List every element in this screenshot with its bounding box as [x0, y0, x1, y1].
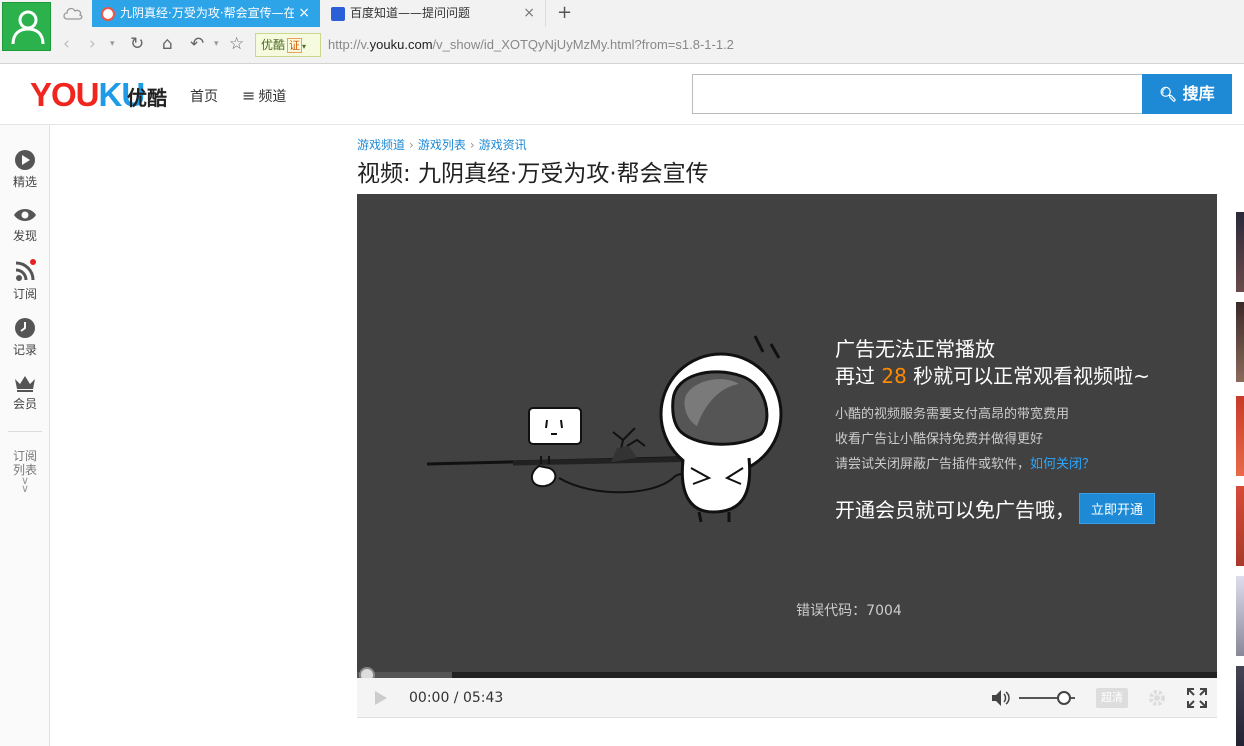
navigation-bar: ‹ › ▾ ↻ ⌂ ↶ ▾ ☆ 优酷证 ▾ http://v.youku.com/…: [56, 30, 1244, 60]
ad-info-line2: 收看广告让小酷保持免费并做得更好: [835, 432, 1044, 447]
double-chevron-down-icon: ∨ ∨: [20, 474, 30, 495]
tab-close-icon[interactable]: ×: [523, 0, 535, 27]
user-avatar-icon[interactable]: [2, 2, 51, 51]
badge-dropdown-icon: ▾: [302, 42, 307, 51]
sidebar-item-member[interactable]: 会员: [0, 373, 50, 412]
thumbnail[interactable]: [1236, 666, 1244, 746]
sidebar-item-subscribe[interactable]: 订阅: [0, 259, 50, 302]
badge-label: 优酷: [261, 38, 286, 52]
site-badge[interactable]: 优酷证 ▾: [255, 33, 321, 57]
how-to-disable-link[interactable]: 如何关闭？: [1030, 457, 1095, 472]
ad-blocked-notice: 广告无法正常播放 再过 28 秒就可以正常观看视频啦~ 小酷的视频服务需要支付高…: [835, 336, 1156, 524]
forward-icon[interactable]: ›: [89, 33, 96, 55]
unplugged-astronaut-illustration: [426, 335, 783, 523]
ad-info-line1: 小酷的视频服务需要支付高昂的带宽费用: [835, 407, 1070, 422]
tab-close-icon[interactable]: ×: [294, 0, 310, 27]
back-icon[interactable]: ‹: [63, 33, 70, 55]
membership-text: 开通会员就可以免广告哦，: [835, 498, 1075, 522]
play-circle-icon: [15, 150, 35, 170]
undo-icon[interactable]: ↶: [190, 33, 204, 55]
sidebar-item-label: 精选: [12, 175, 37, 189]
clock-icon: [15, 318, 35, 338]
home-icon[interactable]: ⌂: [162, 33, 173, 55]
sidebar-item-label: 发现: [12, 229, 37, 243]
quality-selector[interactable]: 超清: [1096, 688, 1128, 708]
cloud-sync-icon[interactable]: [62, 5, 84, 25]
crown-icon: [15, 376, 35, 392]
new-tab-button[interactable]: +: [557, 2, 572, 23]
player-controls: 00:00 / 05:43 超清: [357, 678, 1217, 718]
sidebar-item-discover[interactable]: 发现: [0, 205, 50, 244]
error-code: 错误代码：7004: [796, 603, 902, 619]
sidebar-item-featured[interactable]: 精选: [0, 149, 50, 190]
video-title: 视频: 九阴真经·万受为攻·帮会宣传: [357, 161, 709, 187]
youku-logo-cn: 优酷: [127, 86, 167, 110]
url-domain: youku.com: [369, 37, 433, 52]
site-header: YOUKU 优酷 首页 ≡ 频道 🔍︎ 搜库: [0, 64, 1244, 125]
rss-icon: [15, 259, 36, 281]
volume-handle[interactable]: [1056, 691, 1071, 705]
video-player[interactable]: 广告无法正常播放 再过 28 秒就可以正常观看视频啦~ 小酷的视频服务需要支付高…: [357, 194, 1217, 672]
tab-title: 百度知道——提问问题: [350, 6, 471, 20]
thumbnail[interactable]: [1236, 486, 1244, 566]
search-input[interactable]: [692, 74, 1144, 114]
subscription-list-toggle[interactable]: 订阅 列表 ∨ ∨: [0, 449, 50, 495]
thumbnail[interactable]: [1236, 576, 1244, 656]
nav-channel-menu[interactable]: ≡ 频道: [242, 86, 286, 106]
eye-icon: [14, 209, 36, 221]
breadcrumb: 游戏频道 › 游戏列表 › 游戏资讯: [357, 136, 527, 153]
ad-countdown-line: 再过 28 秒就可以正常观看视频啦~: [835, 364, 1150, 388]
chevron-right-icon: ›: [409, 138, 414, 152]
nav-home-link[interactable]: 首页: [190, 86, 218, 106]
menu-icon: ≡: [242, 86, 256, 105]
search-button[interactable]: 🔍︎ 搜库: [1142, 74, 1232, 114]
sidebar-divider: [8, 431, 42, 432]
sidebar-item-label: 记录: [12, 343, 37, 357]
search-button-label: 搜库: [1182, 84, 1215, 103]
search-icon: 🔍︎: [1159, 87, 1178, 103]
url-prefix: http://v.: [328, 37, 370, 52]
time-display: 00:00 / 05:43: [409, 690, 504, 706]
related-thumbnails-strip: [1236, 210, 1244, 746]
address-bar[interactable]: http://v.youku.com/v_show/id_XOTQyNjUyMz…: [328, 37, 734, 52]
breadcrumb-item-game-list[interactable]: 游戏列表: [418, 138, 466, 152]
history-dropdown-icon[interactable]: ▾: [110, 33, 115, 55]
browser-chrome: 九阴真经·万受为攻·帮会宣传—在 × 百度知道——提问问题 × + ‹ › ▾ …: [0, 0, 1244, 64]
sidebar-item-history[interactable]: 记录: [0, 317, 50, 358]
thumbnail[interactable]: [1236, 396, 1244, 476]
collapse-label-line1: 订阅: [12, 449, 37, 463]
undo-dropdown-icon[interactable]: ▾: [214, 33, 219, 55]
star-icon[interactable]: ☆: [229, 33, 244, 55]
open-membership-button[interactable]: 立即开通: [1079, 493, 1156, 524]
youku-favicon-icon: [101, 7, 115, 21]
countdown-seconds: 28: [881, 364, 907, 388]
ad-info-line3: 请尝试关闭屏蔽广告插件或软件，如何关闭？: [835, 457, 1096, 472]
breadcrumb-item-game-news[interactable]: 游戏资讯: [479, 138, 527, 152]
thumbnail[interactable]: [1236, 212, 1244, 292]
sidebar-item-label: 会员: [12, 397, 37, 411]
tab-title: 九阴真经·万受为攻·帮会宣传—在: [120, 6, 296, 20]
volume-icon[interactable]: [991, 689, 1011, 707]
url-path: /v_show/id_XOTQyNjUyMzMy.html?from=s1.8-…: [432, 37, 734, 52]
left-sidebar: 精选 发现 订阅 记录 会员 订阅 列表 ∨ ∨: [0, 125, 50, 746]
sidebar-item-label: 订阅: [12, 287, 37, 301]
thumbnail[interactable]: [1236, 302, 1244, 382]
play-icon[interactable]: [373, 690, 389, 706]
fullscreen-icon[interactable]: [1187, 688, 1207, 708]
tab-baidu-zhidao[interactable]: 百度知道——提问问题 ×: [322, 0, 546, 27]
membership-promo: 开通会员就可以免广告哦， 立即开通: [835, 493, 1156, 524]
cert-icon: 证: [287, 38, 303, 53]
nav-channel-label: 频道: [258, 89, 287, 105]
ad-notice-title: 广告无法正常播放: [835, 337, 995, 361]
baidu-paw-icon: [331, 7, 345, 21]
gear-icon[interactable]: [1147, 688, 1167, 708]
refresh-icon[interactable]: ↻: [130, 33, 144, 55]
tab-youku-video[interactable]: 九阴真经·万受为攻·帮会宣传—在 ×: [92, 0, 320, 27]
chevron-right-icon: ›: [469, 138, 475, 152]
breadcrumb-item-game-channel[interactable]: 游戏频道: [357, 138, 405, 152]
